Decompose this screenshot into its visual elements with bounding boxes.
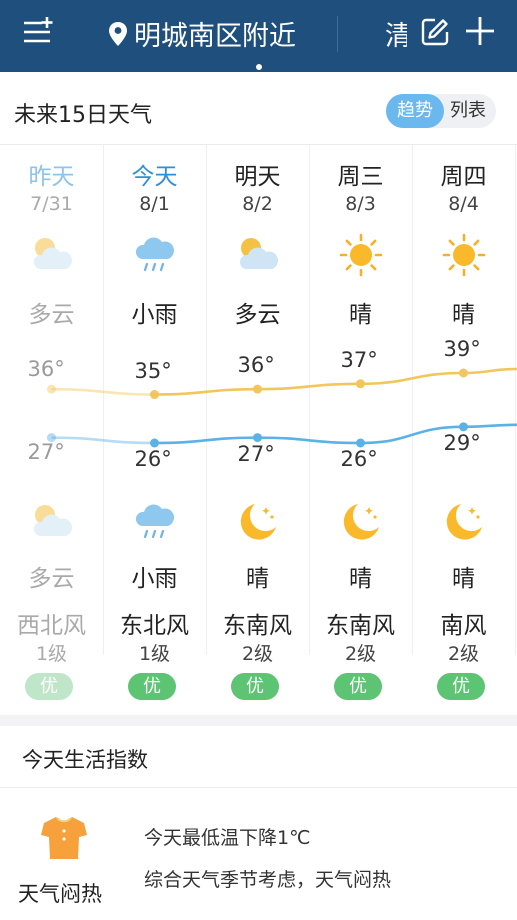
toggle-list[interactable]: 列表 xyxy=(444,94,492,128)
moon-icon xyxy=(236,500,280,544)
high-temp-label: 37° xyxy=(340,347,378,372)
temperature-line-segment xyxy=(257,382,361,391)
night-weather: 晴 xyxy=(452,566,475,592)
temperature-line-segment xyxy=(51,387,155,396)
high-temp-label: 36° xyxy=(237,353,275,378)
day-name: 明天 xyxy=(234,164,281,190)
high-temp-point xyxy=(150,390,159,400)
low-temp-label: 26° xyxy=(134,447,172,471)
partly-cloudy-icon xyxy=(236,233,280,277)
life-index-detail: 综合天气季节考虑，天气闷热 xyxy=(144,869,392,891)
app-header: 明城南区附近 清 xyxy=(0,0,517,72)
view-toggle[interactable]: 趋势 列表 xyxy=(386,94,496,128)
temperature-line-segment xyxy=(51,436,155,445)
temperature-line-segment xyxy=(463,367,517,375)
day-date: 8/1 xyxy=(139,193,170,215)
high-temp-point xyxy=(253,384,262,394)
low-temp-label: 29° xyxy=(443,430,481,455)
moon-icon xyxy=(339,500,383,544)
day-date: 8/4 xyxy=(448,193,479,215)
wind-level: 1级 xyxy=(138,643,171,665)
low-temp-label: 26° xyxy=(340,447,378,471)
temperature-line-segment xyxy=(463,423,517,429)
partly-cloudy-icon xyxy=(30,233,74,277)
wind-direction: 东南风 xyxy=(326,613,395,639)
day-name: 今天 xyxy=(131,164,178,190)
day-weather: 晴 xyxy=(452,302,475,328)
wind-direction: 西北风 xyxy=(17,613,86,639)
high-temp-point xyxy=(47,384,56,394)
day-name: 周三 xyxy=(337,164,384,190)
day-date: 7/31 xyxy=(30,193,73,215)
air-quality-badge[interactable]: 优 xyxy=(334,673,382,700)
day-weather: 多云 xyxy=(28,302,75,328)
toggle-trend[interactable]: 趋势 xyxy=(386,94,444,128)
header-divider xyxy=(337,16,338,52)
menu-add-icon[interactable] xyxy=(20,14,56,50)
plus-icon[interactable] xyxy=(463,14,497,48)
day-name: 周四 xyxy=(440,164,487,190)
low-temp-label: 27° xyxy=(237,441,275,466)
temperature-line-segment xyxy=(154,387,258,396)
wind-level: 2级 xyxy=(241,643,274,665)
air-quality-badge[interactable]: 优 xyxy=(25,673,73,700)
wind-direction: 东北风 xyxy=(120,613,189,639)
wind-level: 2级 xyxy=(344,643,377,665)
day-weather: 多云 xyxy=(234,302,281,328)
location-secondary[interactable]: 清 xyxy=(385,14,407,53)
life-index-detail: 今天最低温下降1℃ xyxy=(144,827,311,849)
location-pin-icon xyxy=(109,21,127,46)
high-temp-label: 39° xyxy=(443,337,481,361)
life-index-label: 天气闷热 xyxy=(18,882,102,906)
life-index-title: 今天生活指数 xyxy=(22,748,148,772)
high-temp-point xyxy=(459,368,468,378)
wind-level: 2级 xyxy=(447,643,480,665)
sun-icon xyxy=(442,233,486,277)
air-quality-badge[interactable]: 优 xyxy=(437,673,485,700)
location-selector[interactable]: 明城南区附近 xyxy=(108,14,296,53)
sun-icon xyxy=(339,233,383,277)
air-quality-badge[interactable]: 优 xyxy=(128,673,176,700)
temperature-line-segment xyxy=(360,371,464,386)
location-name: 明城南区附近 xyxy=(134,21,296,52)
moon-icon xyxy=(442,500,486,544)
section-gap xyxy=(0,715,517,726)
day-date: 8/3 xyxy=(345,193,376,215)
partly-cloudy-icon xyxy=(30,500,74,544)
night-weather: 晴 xyxy=(246,566,269,592)
divider xyxy=(0,787,517,788)
night-weather: 晴 xyxy=(349,566,372,592)
forecast-title: 未来15日天气 xyxy=(14,103,152,128)
high-temp-point xyxy=(356,379,365,389)
day-name: 昨天 xyxy=(28,164,75,190)
day-weather: 小雨 xyxy=(131,302,178,328)
light-rain-icon xyxy=(133,233,177,277)
wind-level: 1级 xyxy=(35,643,68,665)
shirt-icon[interactable] xyxy=(40,815,88,861)
edit-icon[interactable] xyxy=(419,16,451,48)
high-temp-label: 36° xyxy=(27,357,65,382)
night-weather: 小雨 xyxy=(131,566,178,592)
light-rain-icon xyxy=(133,500,177,544)
high-temp-label: 35° xyxy=(134,358,172,383)
night-weather: 多云 xyxy=(28,566,75,592)
day-weather: 晴 xyxy=(349,302,372,328)
day-date: 8/2 xyxy=(242,193,273,215)
air-quality-badge[interactable]: 优 xyxy=(231,673,279,700)
low-temp-label: 27° xyxy=(27,439,65,464)
wind-direction: 东南风 xyxy=(223,613,292,639)
wind-direction: 南风 xyxy=(440,613,487,639)
page-indicator-dot xyxy=(256,64,262,70)
